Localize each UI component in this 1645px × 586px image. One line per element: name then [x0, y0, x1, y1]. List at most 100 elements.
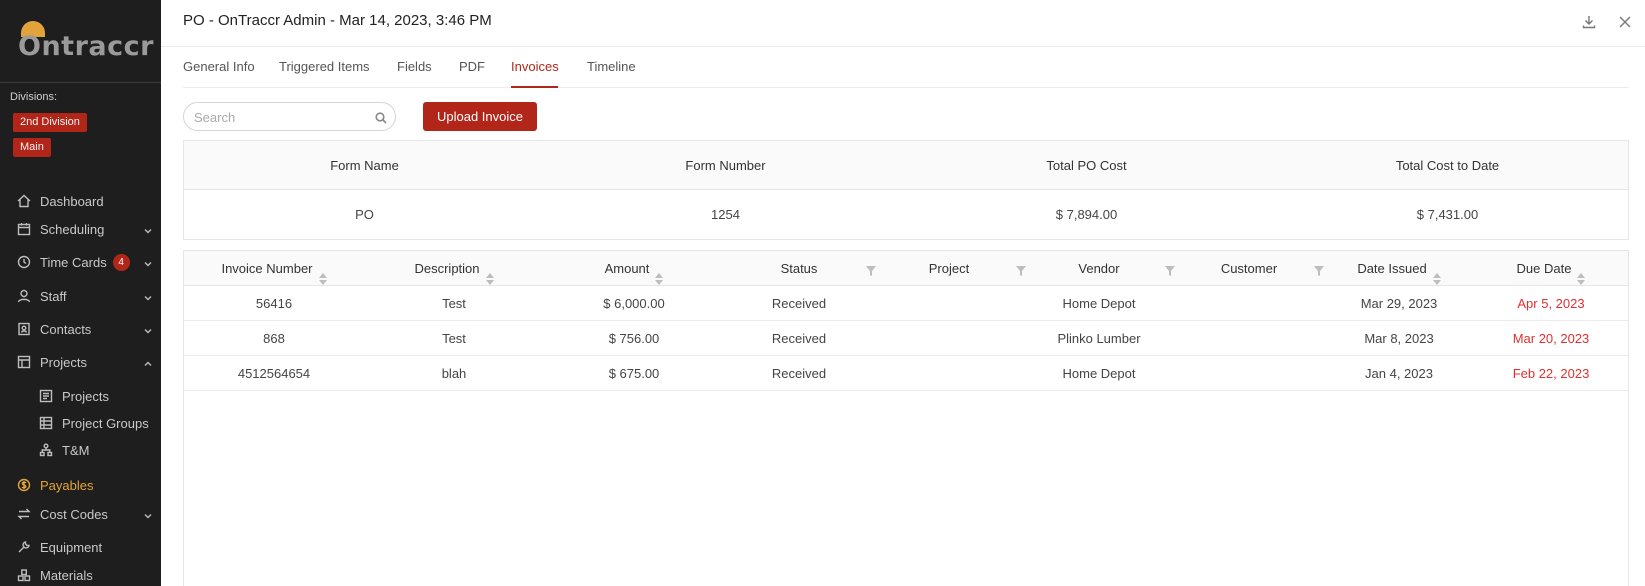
sidebar-item-projects[interactable]: Projects [0, 382, 161, 410]
sort-icon[interactable] [485, 263, 494, 285]
column-header-project[interactable]: Project [874, 251, 1024, 286]
filter-icon[interactable] [1314, 263, 1324, 276]
summary-form-name: PO [355, 207, 374, 222]
tab-triggered-items[interactable]: Triggered Items [279, 59, 370, 74]
sidebar-item-equipment[interactable]: Equipment [0, 533, 161, 561]
cell-due-date: Mar 20, 2023 [1512, 331, 1590, 346]
po-summary-table: Form Name Form Number Total PO Cost Tota… [183, 140, 1629, 240]
sidebar-item-dashboard[interactable]: Dashboard [0, 187, 161, 215]
column-header-description[interactable]: Description [364, 251, 544, 286]
sidebar-item-label: Time Cards [40, 254, 107, 270]
cell-project [874, 356, 1024, 391]
column-header-label: Status [780, 261, 818, 276]
cell-amount: $ 675.00 [608, 366, 660, 381]
cell-description: blah [441, 366, 467, 381]
sidebar-item-label: Materials [40, 567, 93, 583]
summary-header-row: Form Name Form Number Total PO Cost Tota… [184, 141, 1628, 190]
cell-date-issued: Mar 8, 2023 [1364, 331, 1434, 346]
cost-codes-icon [17, 507, 31, 521]
sidebar-item-label: Staff [40, 288, 67, 304]
sidebar-item-label: Contacts [40, 321, 92, 337]
sidebar-item-contacts[interactable]: Contacts [0, 315, 161, 343]
download-icon[interactable] [1581, 14, 1597, 30]
active-tab-indicator [511, 86, 558, 88]
drawer-header: PO - OnTraccr Admin - Mar 14, 2023, 3:46… [161, 0, 1645, 47]
chevron-down-icon[interactable] [143, 224, 153, 234]
cell-vendor: Home Depot [1062, 296, 1136, 311]
division-tag-main[interactable]: Main [13, 138, 51, 157]
cell-description: Test [442, 331, 466, 346]
column-header-label: Vendor [1078, 261, 1120, 276]
column-header-form-name: Form Name [330, 158, 399, 173]
upload-invoice-button[interactable]: Upload Invoice [423, 102, 537, 131]
tab-pdf[interactable]: PDF [459, 59, 485, 74]
tm-icon [39, 443, 53, 457]
column-header-form-number: Form Number [685, 158, 766, 173]
sidebar-item-label: Projects [40, 354, 87, 370]
chevron-up-icon[interactable] [143, 357, 153, 367]
column-header-label: Description [414, 261, 480, 276]
sidebar-item-tm[interactable]: T&M [0, 436, 161, 464]
sidebar-item-label: Payables [40, 477, 94, 493]
clock-icon [17, 255, 31, 269]
sort-icon[interactable] [318, 263, 327, 285]
tab-fields[interactable]: Fields [397, 59, 432, 74]
summary-total-po-cost: $ 7,894.00 [1055, 207, 1118, 222]
sort-icon[interactable] [1577, 263, 1586, 285]
cell-date-issued: Jan 4, 2023 [1365, 366, 1433, 381]
materials-icon [17, 568, 31, 582]
search-input[interactable] [194, 107, 364, 127]
tab-timeline[interactable]: Timeline [587, 59, 636, 74]
sidebar: Ontraccr Divisions: 2nd Division Main Da… [0, 0, 161, 586]
search-box [183, 102, 396, 131]
logo-text: Ontraccr [18, 30, 154, 62]
column-header-status[interactable]: Status [724, 251, 874, 286]
table-row[interactable]: 868 Test $ 756.00 Received Plinko Lumber… [184, 321, 1628, 356]
sidebar-item-staff[interactable]: Staff [0, 282, 161, 310]
search-icon[interactable] [375, 111, 387, 124]
cell-customer [1174, 286, 1324, 321]
chevron-down-icon[interactable] [143, 324, 153, 334]
cell-status: Received [771, 331, 827, 346]
chevron-down-icon[interactable] [143, 257, 153, 267]
sidebar-item-label: Equipment [40, 539, 103, 555]
close-icon[interactable] [1617, 14, 1633, 30]
column-header-vendor[interactable]: Vendor [1024, 251, 1174, 286]
sort-icon[interactable] [655, 263, 664, 285]
ontraccr-logo[interactable]: Ontraccr [18, 18, 154, 62]
division-tag-2nd-division[interactable]: 2nd Division [13, 113, 87, 132]
drawer-title: PO - OnTraccr Admin - Mar 14, 2023, 3:46… [183, 12, 492, 29]
chevron-down-icon[interactable] [143, 291, 153, 301]
cell-date-issued: Mar 29, 2023 [1360, 296, 1438, 311]
sidebar-item-projects-group[interactable]: Projects [0, 348, 161, 376]
sidebar-item-cost-codes[interactable]: Cost Codes [0, 500, 161, 528]
cell-project [874, 286, 1024, 321]
cell-description: Test [442, 296, 466, 311]
column-header-due-date[interactable]: Due Date [1474, 251, 1628, 286]
divisions-label: Divisions: [10, 91, 58, 103]
sidebar-item-label: Projects [62, 388, 109, 404]
sidebar-item-label: Project Groups [62, 415, 149, 431]
sidebar-item-materials[interactable]: Materials [0, 561, 161, 586]
table-row[interactable]: 56416 Test $ 6,000.00 Received Home Depo… [184, 286, 1628, 321]
cell-status: Received [771, 366, 827, 381]
column-header-amount[interactable]: Amount [544, 251, 724, 286]
cell-project [874, 321, 1024, 356]
table-row[interactable]: 4512564654 blah $ 675.00 Received Home D… [184, 356, 1628, 391]
cell-amount: $ 6,000.00 [603, 296, 665, 311]
column-header-label: Date Issued [1357, 261, 1427, 276]
tab-invoices[interactable]: Invoices [511, 59, 559, 74]
column-header-total-po-cost: Total PO Cost [1046, 158, 1127, 173]
sidebar-divider [0, 82, 161, 83]
sidebar-item-scheduling[interactable]: Scheduling [0, 215, 161, 243]
sidebar-item-payables[interactable]: Payables [0, 471, 161, 499]
chevron-down-icon[interactable] [143, 509, 153, 519]
column-header-date-issued[interactable]: Date Issued [1324, 251, 1474, 286]
column-header-customer[interactable]: Customer [1174, 251, 1324, 286]
sidebar-item-project-groups[interactable]: Project Groups [0, 409, 161, 437]
sidebar-item-time-cards[interactable]: Time Cards 4 [0, 248, 161, 276]
sort-icon[interactable] [1432, 263, 1441, 285]
column-header-invoice-number[interactable]: Invoice Number [184, 251, 364, 286]
tab-general-info[interactable]: General Info [183, 59, 255, 74]
column-header-label: Customer [1220, 261, 1278, 276]
